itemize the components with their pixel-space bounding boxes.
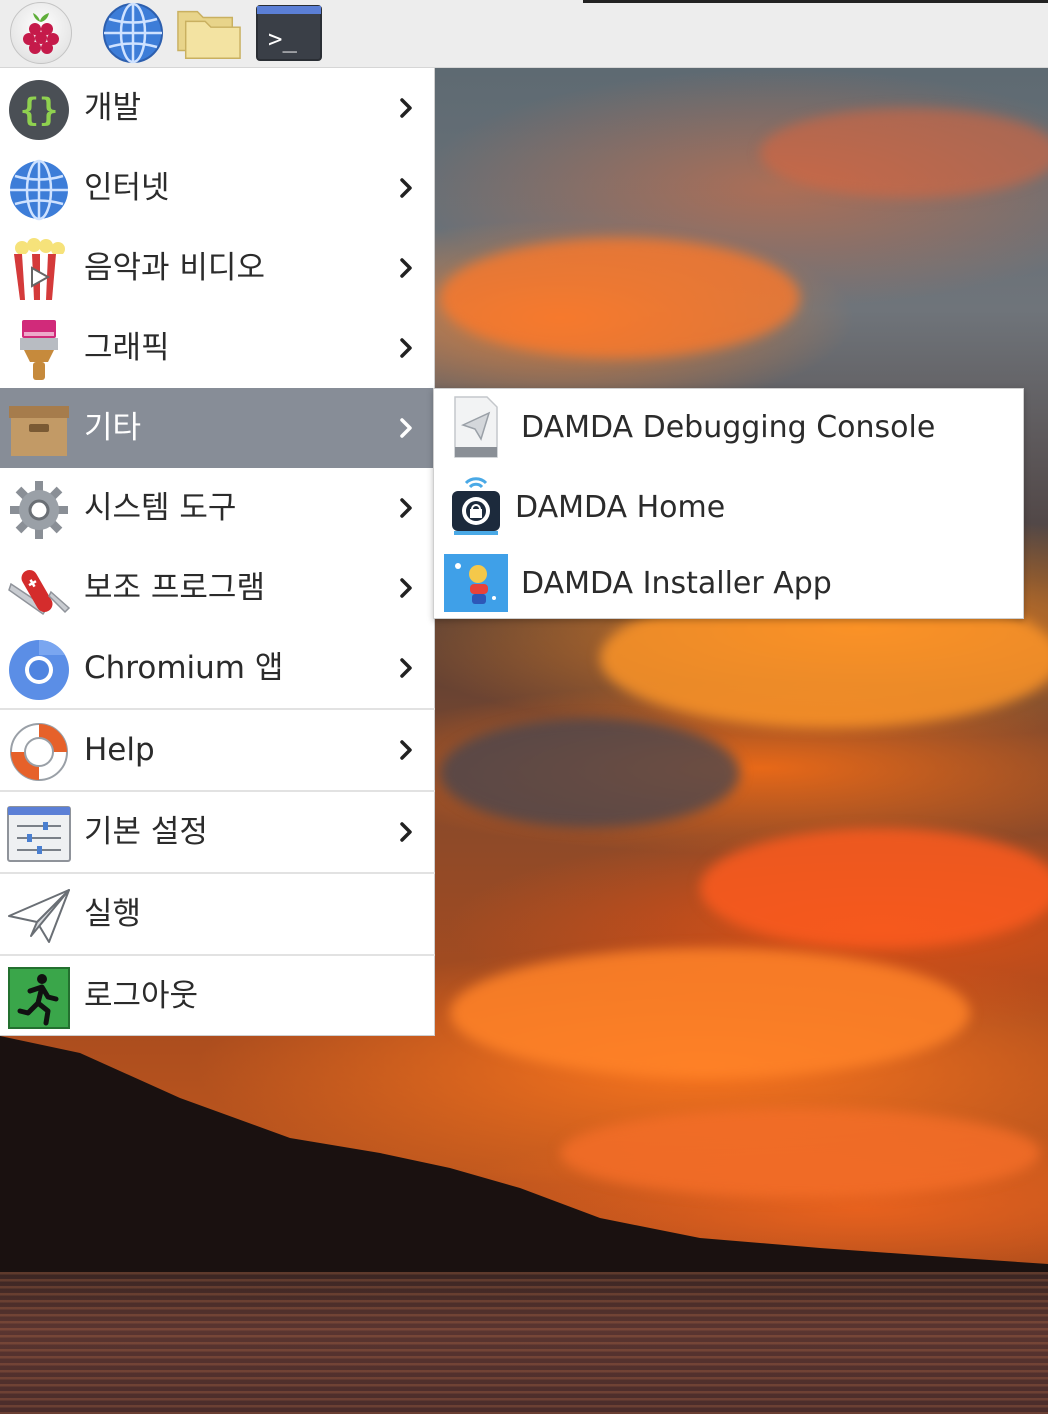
- submenu-item-damda-debugging-console[interactable]: DAMDA Debugging Console: [434, 389, 1023, 465]
- folder-icon: [177, 10, 241, 59]
- braces-icon: {}: [7, 78, 71, 142]
- popcorn-play-icon: [7, 238, 71, 302]
- svg-text:>_: >_: [268, 25, 297, 53]
- globe-icon: [103, 2, 163, 64]
- menu-item-accessories[interactable]: 보조 프로그램: [0, 548, 435, 628]
- menu-item-other[interactable]: 기타: [0, 388, 435, 468]
- settings-sliders-icon: [7, 802, 71, 866]
- menu-item-label: 시스템 도구: [84, 490, 237, 526]
- menu-item-label: 개발: [84, 90, 142, 126]
- submenu-item-damda-installer-app[interactable]: DAMDA Installer App: [434, 545, 1023, 621]
- file-manager-launcher[interactable]: [176, 2, 242, 64]
- chevron-right-icon: [400, 258, 412, 278]
- menu-item-internet[interactable]: 인터넷: [0, 148, 435, 228]
- submenu-item-damda-home[interactable]: DAMDA Home: [434, 469, 1023, 545]
- menu-item-preferences[interactable]: 기본 설정: [0, 792, 435, 872]
- svg-text:{}: {}: [20, 91, 59, 129]
- globe-icon: [7, 158, 71, 222]
- menu-item-label: 그래픽: [84, 330, 170, 366]
- chevron-right-icon: [400, 178, 412, 198]
- menu-item-programming[interactable]: {} 개발: [0, 68, 435, 148]
- damda-installer-icon: [444, 551, 508, 615]
- box-icon: [7, 398, 71, 462]
- menu-item-logout[interactable]: 로그아웃: [0, 956, 435, 1036]
- menu-item-label: 인터넷: [84, 170, 170, 206]
- menu-item-sound-video[interactable]: 음악과 비디오: [0, 228, 435, 308]
- damda-home-icon: [444, 475, 508, 539]
- menu-item-label: 기본 설정: [84, 814, 208, 850]
- sea: [0, 1272, 1048, 1414]
- menu-item-label: Chromium 앱: [84, 650, 284, 686]
- menu-item-chromium-apps[interactable]: Chromium 앱: [0, 628, 435, 708]
- other-submenu: DAMDA Debugging Console DAMDA Home DAMDA…: [433, 388, 1024, 619]
- panel-edge: [583, 0, 1048, 3]
- taskbar: >_: [0, 0, 1048, 68]
- terminal-launcher[interactable]: >_: [256, 2, 322, 64]
- menu-item-system-tools[interactable]: 시스템 도구: [0, 468, 435, 548]
- web-browser-launcher[interactable]: [100, 2, 166, 64]
- paper-plane-file-icon: [444, 395, 508, 459]
- submenu-item-label: DAMDA Debugging Console: [521, 410, 936, 445]
- submenu-item-label: DAMDA Home: [515, 490, 726, 525]
- lifebuoy-icon: [7, 720, 71, 784]
- menu-item-graphics[interactable]: 그래픽: [0, 308, 435, 388]
- submenu-item-label: DAMDA Installer App: [521, 566, 832, 601]
- applications-menu: {} 개발 인터넷 음악과 비디오 그래픽 기타 시스템 도구 보조 프로그램 …: [0, 68, 435, 1036]
- menu-item-label: 기타: [84, 410, 142, 446]
- chevron-right-icon: [400, 498, 412, 518]
- chevron-right-icon: [400, 98, 412, 118]
- paintbrush-icon: [7, 318, 71, 382]
- terminal-icon: >_: [256, 5, 322, 61]
- chevron-right-icon: [400, 338, 412, 358]
- chevron-right-icon: [400, 658, 412, 678]
- pocket-knife-icon: [7, 558, 71, 622]
- chromium-icon: [7, 638, 71, 702]
- chevron-right-icon: [400, 578, 412, 598]
- menu-item-label: 실행: [84, 896, 142, 932]
- chevron-right-icon: [400, 822, 412, 842]
- raspberry-pi-icon: [10, 2, 72, 64]
- chevron-right-icon: [400, 418, 412, 438]
- raspberry-menu-button[interactable]: [8, 2, 74, 64]
- exit-icon: [7, 966, 71, 1030]
- menu-item-help[interactable]: Help: [0, 710, 435, 790]
- menu-item-label: Help: [84, 732, 155, 768]
- chevron-right-icon: [400, 740, 412, 760]
- menu-item-label: 로그아웃: [84, 978, 199, 1014]
- menu-item-label: 보조 프로그램: [84, 570, 265, 606]
- gear-icon: [7, 478, 71, 542]
- menu-item-run[interactable]: 실행: [0, 874, 435, 954]
- paper-plane-icon: [7, 884, 71, 948]
- menu-item-label: 음악과 비디오: [84, 250, 265, 286]
